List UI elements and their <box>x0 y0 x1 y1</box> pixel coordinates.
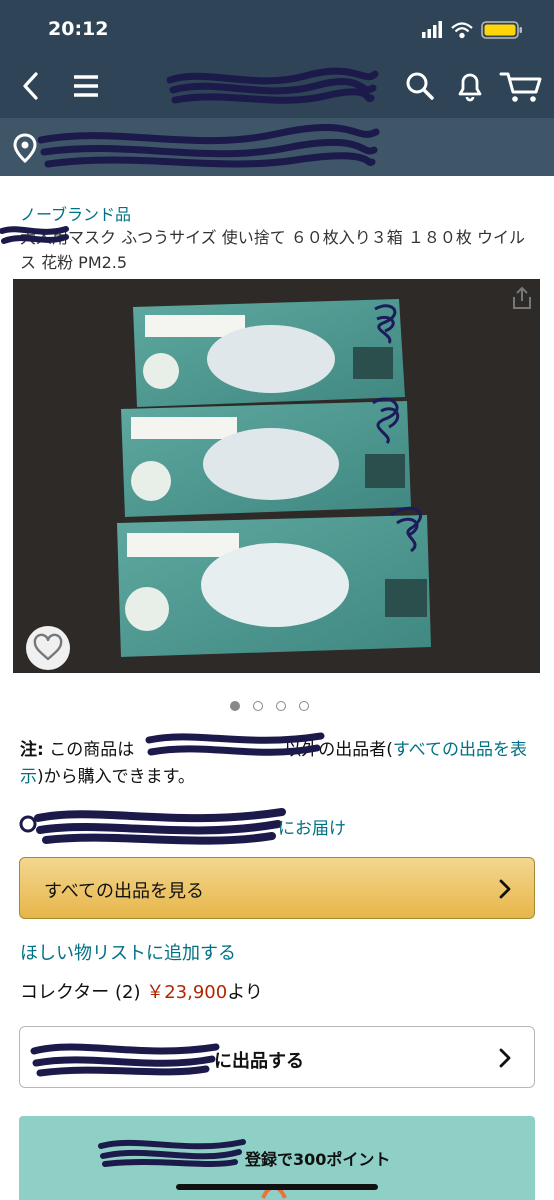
location-pin-icon <box>13 133 37 164</box>
signal-icon <box>422 21 442 38</box>
sell-on-amazon-button[interactable]: に出品する <box>19 1026 535 1088</box>
collector-price: ￥23,900 <box>146 982 228 1003</box>
collector-offers[interactable]: コレクター (2) ￥23,900より <box>20 978 263 1004</box>
promo-banner-text: 登録で300ポイント <box>245 1150 391 1169</box>
cart-icon <box>499 72 542 102</box>
bell-icon <box>458 73 482 102</box>
redaction-scribble <box>37 124 380 168</box>
carousel-dot[interactable] <box>230 701 240 711</box>
wifi-icon <box>451 22 473 39</box>
collector-label: コレクター (2) <box>20 982 141 1003</box>
search-icon <box>406 72 434 100</box>
redaction-scribble <box>145 732 325 756</box>
redaction-scribble <box>30 1043 220 1077</box>
menu-button[interactable] <box>64 62 108 110</box>
back-icon <box>23 72 38 100</box>
home-indicator[interactable] <box>176 1184 378 1190</box>
app-header: 20:12 <box>0 0 554 118</box>
brand-link[interactable]: ノーブランド品 <box>20 201 131 225</box>
carousel-dot[interactable] <box>253 701 263 711</box>
cart-button[interactable] <box>498 62 542 110</box>
redaction-scribble <box>19 808 286 845</box>
chevron-right-icon <box>499 879 511 899</box>
chevron-right-icon <box>499 1048 511 1068</box>
notifications-button[interactable] <box>448 62 492 110</box>
redaction-scribble <box>0 226 69 244</box>
status-time: 20:12 <box>48 18 109 40</box>
wishlist-heart-button[interactable] <box>26 626 70 670</box>
delivery-location-link[interactable]: にお届け <box>278 814 346 839</box>
battery-icon <box>481 21 522 39</box>
carousel-dots[interactable] <box>230 696 322 711</box>
search-button[interactable] <box>398 62 442 110</box>
collector-suffix: より <box>227 982 263 1003</box>
menu-icon <box>74 75 98 97</box>
note-text-before: この商品は <box>49 740 135 760</box>
back-button[interactable] <box>10 62 54 110</box>
carousel-dot[interactable] <box>299 701 309 711</box>
product-title: 大人用マスク ふつうサイズ 使い捨て ６０枚入り３箱 １８０枚 ウイルス 花粉 … <box>20 228 525 272</box>
share-icon[interactable] <box>510 285 534 311</box>
redaction-scribble <box>166 67 379 104</box>
note-label: 注: <box>20 740 44 760</box>
see-all-offers-button[interactable]: すべての出品を見る <box>19 857 535 919</box>
sell-label: に出品する <box>214 1051 304 1072</box>
carousel-dot[interactable] <box>276 701 286 711</box>
see-all-offers-label: すべての出品を見る <box>44 881 205 902</box>
product-image[interactable] <box>13 279 540 673</box>
mask-boxes-photo <box>13 279 540 673</box>
nav-row <box>0 62 554 110</box>
note-text-after: )から購入できます。 <box>37 767 195 787</box>
add-to-wishlist-link[interactable]: ほしい物リストに追加する <box>20 939 236 965</box>
status-icons <box>422 20 532 40</box>
heart-icon <box>33 633 63 661</box>
delivery-address-bar[interactable] <box>0 118 554 176</box>
redaction-scribble <box>98 1139 246 1167</box>
